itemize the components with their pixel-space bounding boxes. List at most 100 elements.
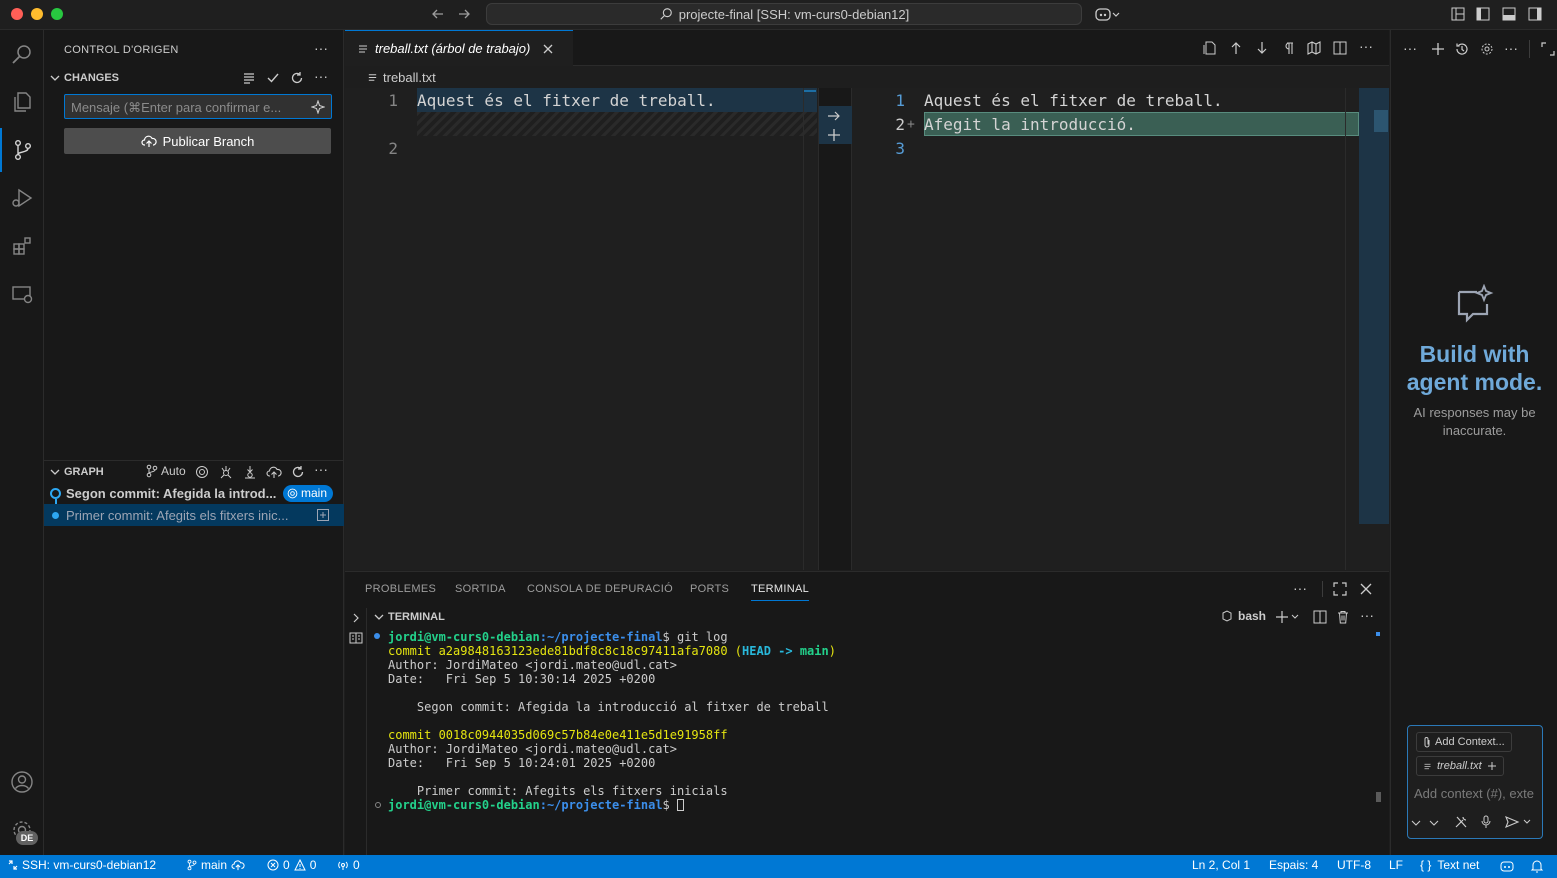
- send-icon[interactable]: [1504, 815, 1534, 829]
- chevron-down-icon[interactable]: [49, 72, 61, 84]
- graph-commit-row[interactable]: Primer commit: Afegits els fitxers inic.…: [44, 504, 344, 526]
- breadcrumb[interactable]: treball.txt: [367, 70, 436, 85]
- tab-output[interactable]: SORTIDA: [455, 583, 506, 595]
- editor-tab[interactable]: treball.txt (árbol de trabajo): [345, 30, 573, 66]
- stage-plus-icon[interactable]: [827, 128, 841, 142]
- toggle-secondary-sidebar-icon[interactable]: [1528, 7, 1542, 21]
- terminal-scrollbar-thumb[interactable]: [1376, 792, 1381, 802]
- new-terminal-icon[interactable]: [1275, 610, 1299, 624]
- whitespace-icon[interactable]: [1281, 41, 1295, 55]
- cursor-position[interactable]: Ln 2, Col 1: [1192, 858, 1250, 872]
- next-change-icon[interactable]: [1255, 41, 1269, 55]
- diff-modified-pane[interactable]: 1 Aquest és el fitxer de treball. 2 + Af…: [852, 88, 1389, 570]
- account-icon[interactable]: [0, 760, 44, 804]
- graph-section-header[interactable]: GRAPH: [64, 466, 104, 478]
- scrollbar-thumb[interactable]: [1374, 110, 1388, 132]
- target-icon[interactable]: [195, 465, 209, 479]
- pull-icon[interactable]: [243, 465, 257, 479]
- terminal-more-icon[interactable]: ···: [1360, 607, 1374, 623]
- terminal-shell-selector[interactable]: bash: [1221, 609, 1266, 623]
- split-terminal-icon[interactable]: [1313, 610, 1327, 624]
- graph-refresh-icon[interactable]: [291, 465, 305, 479]
- chat-options-icon[interactable]: ···: [1504, 40, 1518, 56]
- tab-ports[interactable]: PORTS: [690, 583, 729, 595]
- maximize-chat-icon[interactable]: [1541, 42, 1555, 56]
- back-arrow-icon[interactable]: [430, 6, 446, 22]
- graph-commit-row[interactable]: Segon commit: Afegida la introd... main: [44, 482, 344, 517]
- publish-cloud-icon[interactable]: [231, 859, 245, 871]
- settings-gear-icon[interactable]: [1480, 42, 1494, 56]
- tab-debug-console[interactable]: CONSOLA DE DEPURACIÓ: [527, 583, 673, 595]
- new-chat-icon[interactable]: [1431, 42, 1445, 56]
- terminal-output[interactable]: jordi@vm-curs0-debian:~/projecte-final$ …: [388, 630, 836, 812]
- explorer-icon[interactable]: [0, 80, 44, 124]
- view-as-list-icon[interactable]: [242, 71, 256, 85]
- chat-input-box[interactable]: Add Context... treball.txt Add context (…: [1407, 725, 1543, 839]
- encoding[interactable]: UTF-8: [1337, 858, 1371, 872]
- previous-change-icon[interactable]: [1229, 41, 1243, 55]
- tab-terminal[interactable]: TERMINAL: [751, 583, 810, 601]
- maximize-window-button[interactable]: [51, 8, 63, 20]
- source-control-icon[interactable]: [0, 128, 44, 172]
- command-center-search[interactable]: projecte-final [SSH: vm-curs0-debian12]: [486, 3, 1082, 25]
- notifications-bell-icon[interactable]: [1530, 859, 1544, 873]
- changes-more-icon[interactable]: ···: [314, 68, 328, 84]
- chevron-right-icon[interactable]: [351, 612, 361, 624]
- terminal-section-header[interactable]: TERMINAL: [388, 611, 445, 623]
- refresh-icon[interactable]: [290, 71, 304, 85]
- book-icon[interactable]: [349, 632, 363, 644]
- more-actions-icon[interactable]: ···: [314, 40, 328, 56]
- agent-mode-dropdown-icon[interactable]: [1410, 816, 1440, 830]
- customize-layout-icon[interactable]: [1451, 7, 1465, 21]
- revert-arrow-icon[interactable]: [827, 110, 841, 122]
- fetch-icon[interactable]: [219, 465, 233, 479]
- open-file-icon[interactable]: [1203, 41, 1217, 55]
- commit-check-icon[interactable]: [266, 71, 280, 85]
- trash-icon[interactable]: [1336, 610, 1350, 624]
- tools-icon[interactable]: [1454, 815, 1468, 829]
- toggle-primary-sidebar-icon[interactable]: [1476, 7, 1490, 21]
- manage-gear-icon[interactable]: [0, 808, 44, 852]
- diff-original-pane[interactable]: 1 Aquest és el fitxer de treball. 2: [345, 88, 818, 570]
- minimize-window-button[interactable]: [31, 8, 43, 20]
- graph-branch-filter[interactable]: Auto: [146, 464, 186, 478]
- graph-more-icon[interactable]: ···: [314, 461, 328, 477]
- close-window-button[interactable]: [11, 8, 23, 20]
- context-file-chip[interactable]: treball.txt: [1416, 756, 1504, 776]
- toggle-panel-icon[interactable]: [1502, 7, 1516, 21]
- run-debug-icon[interactable]: [0, 176, 44, 220]
- tab-problems[interactable]: PROBLEMES: [365, 583, 436, 595]
- panel-more-icon[interactable]: ···: [1293, 580, 1307, 596]
- commit-message-input[interactable]: Mensaje (⌘Enter para confirmar e...: [64, 94, 332, 119]
- publish-branch-button[interactable]: Publicar Branch: [64, 128, 331, 154]
- ports-indicator[interactable]: 0: [337, 858, 360, 872]
- extensions-icon[interactable]: [0, 224, 44, 268]
- indentation[interactable]: Espais: 4: [1269, 858, 1318, 872]
- changes-section-header[interactable]: CHANGES: [64, 72, 119, 84]
- map-icon[interactable]: [1307, 41, 1321, 55]
- split-editor-icon[interactable]: [1333, 41, 1347, 55]
- language-mode[interactable]: { } Text net: [1420, 858, 1479, 872]
- problems-indicator[interactable]: 0 0: [267, 858, 316, 872]
- sparkle-icon[interactable]: [311, 100, 325, 114]
- copilot-status-icon[interactable]: [1500, 859, 1514, 873]
- copilot-icon[interactable]: [1095, 6, 1121, 22]
- add-file-plus-icon[interactable]: [1487, 761, 1497, 771]
- history-icon[interactable]: [1455, 42, 1469, 56]
- chevron-down-icon[interactable]: [49, 466, 61, 478]
- forward-arrow-icon[interactable]: [456, 6, 472, 22]
- close-panel-icon[interactable]: [1359, 582, 1373, 596]
- remote-indicator[interactable]: SSH: vm-curs0-debian12: [8, 858, 156, 872]
- scrollbar-track[interactable]: [1359, 88, 1389, 524]
- chevron-down-icon[interactable]: [373, 611, 385, 623]
- remote-explorer-icon[interactable]: [0, 272, 44, 316]
- push-cloud-icon[interactable]: [266, 465, 282, 479]
- line-ending[interactable]: LF: [1389, 858, 1403, 872]
- search-icon[interactable]: [0, 32, 44, 76]
- maximize-panel-icon[interactable]: [1333, 582, 1347, 596]
- open-changes-icon[interactable]: [316, 508, 330, 522]
- branch-indicator[interactable]: main: [187, 858, 245, 872]
- close-icon[interactable]: [542, 43, 554, 55]
- editor-more-icon[interactable]: ···: [1359, 38, 1373, 54]
- microphone-icon[interactable]: [1480, 815, 1492, 829]
